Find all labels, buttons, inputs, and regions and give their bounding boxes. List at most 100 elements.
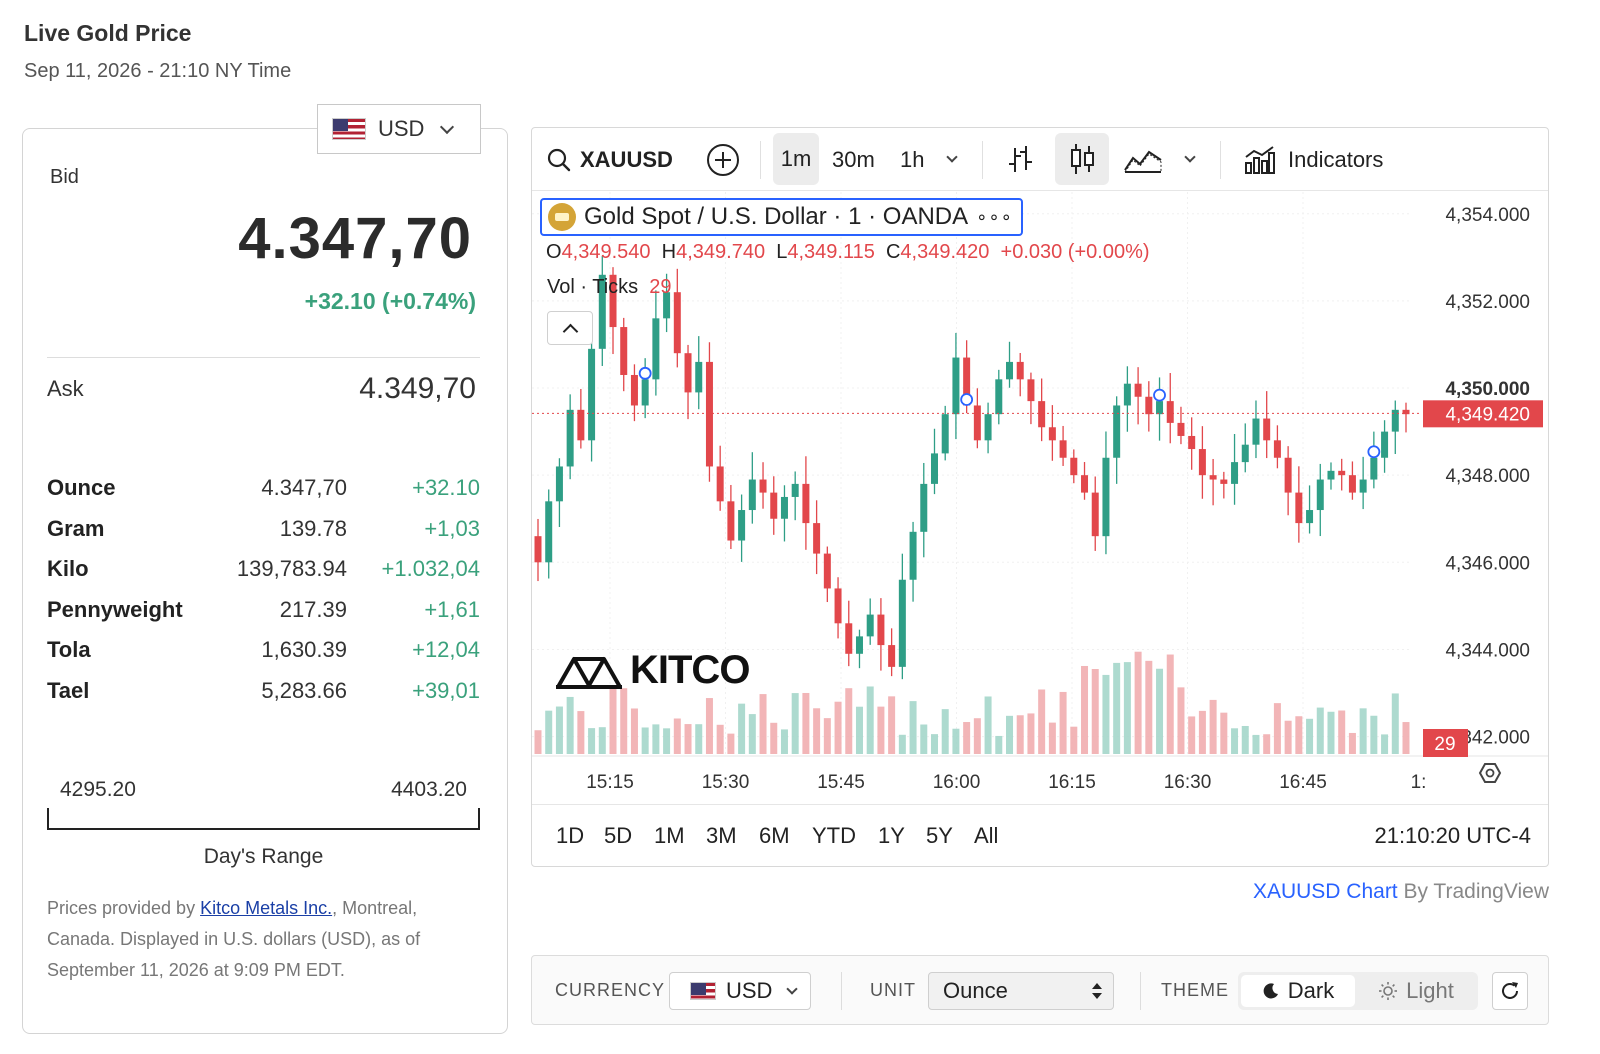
candle-body — [620, 327, 628, 375]
interval-30m[interactable]: 30m — [832, 128, 875, 191]
interval-1h[interactable]: 1h — [900, 128, 924, 191]
chevron-down-icon — [440, 119, 455, 134]
candle-body — [1359, 479, 1367, 493]
sun-icon — [1379, 982, 1398, 1000]
currency-dropdown[interactable]: USD — [317, 104, 481, 154]
x-axis-label: 15:45 — [817, 772, 865, 793]
candles-chart-type-button[interactable] — [1055, 133, 1109, 185]
volume-label: Vol · Ticks — [547, 276, 639, 298]
collapse-legend-button[interactable] — [547, 311, 593, 345]
up-down-arrows-icon — [1092, 983, 1102, 999]
candle-body — [566, 409, 574, 467]
candle-body — [1316, 479, 1324, 511]
unit-row-pennyweight: Pennyweight 217.39 +1,61 — [47, 597, 480, 638]
unit-control-label: UNIT — [870, 980, 916, 1000]
volume-bar — [1081, 665, 1089, 754]
symbol-search[interactable]: XAUUSD — [546, 128, 672, 191]
range-all-button[interactable]: All — [974, 823, 998, 849]
indicators-label: Indicators — [1288, 146, 1384, 172]
candle-body — [684, 353, 692, 393]
theme-light-label: Light — [1406, 978, 1454, 1003]
volume-bar — [555, 706, 563, 754]
volume-bar — [641, 727, 649, 754]
price-chart[interactable]: 4,354.000 4,352.000 4,350.000 4,348.000 4,34… — [532, 192, 1549, 804]
candle-body — [1295, 492, 1303, 524]
range-5y-button[interactable]: 5Y — [926, 823, 953, 849]
volume-bar — [1316, 707, 1324, 754]
candle-body — [1370, 457, 1378, 480]
interval-dropdown[interactable] — [946, 128, 958, 191]
range-1d-button[interactable]: 1D — [556, 823, 584, 849]
day-range-low: 4295.20 — [60, 778, 136, 801]
range-1m-button[interactable]: 1M — [654, 823, 685, 849]
theme-dark-button[interactable]: Dark — [1241, 975, 1355, 1007]
volume-bar — [1273, 703, 1281, 754]
range-1y-button[interactable]: 1Y — [878, 823, 905, 849]
unit-price: 1,630.39 — [261, 637, 347, 663]
moon-icon — [1263, 983, 1278, 999]
bar-chart-type-button[interactable] — [1006, 128, 1034, 191]
kitco-wordmark: KITCO — [630, 648, 750, 692]
unit-price: 4.347,70 — [261, 475, 347, 500]
volume-bar — [1284, 720, 1292, 754]
volume-bar — [888, 696, 896, 754]
interval-1m[interactable]: 1m — [773, 133, 819, 185]
volume-bar — [855, 706, 863, 754]
candle-body — [1027, 379, 1035, 402]
range-ytd-button[interactable]: YTD — [812, 823, 856, 849]
theme-light-button[interactable]: Light — [1358, 975, 1474, 1007]
area-chart-type-button[interactable] — [1123, 128, 1163, 191]
unit-control-select[interactable]: Ounce — [928, 972, 1114, 1010]
chart-type-dropdown[interactable] — [1184, 128, 1196, 191]
candle-body — [802, 483, 810, 524]
kitco-link[interactable]: Kitco Metals Inc. — [200, 898, 332, 918]
last-price-label: 4,349.420 — [1445, 404, 1530, 425]
indicators-button[interactable]: Indicators — [1244, 128, 1383, 191]
range-3m-button[interactable]: 3M — [706, 823, 737, 849]
unit-change: +12,04 — [412, 637, 480, 663]
divider — [47, 357, 480, 358]
volume-bar — [545, 710, 553, 754]
refresh-button[interactable] — [1492, 972, 1528, 1010]
candle-body — [1070, 457, 1078, 476]
event-marker — [960, 393, 974, 406]
kitco-watermark: KITCO — [554, 648, 750, 693]
change-value: +0.030 (+0.00%) — [1000, 241, 1150, 263]
range-5d-button[interactable]: 5D — [604, 823, 632, 849]
volume-bar — [1359, 708, 1367, 754]
series-legend[interactable]: Gold Spot / U.S. Dollar · 1 · OANDA ∘∘∘ — [540, 198, 1023, 236]
price-source-note: Prices provided by Kitco Metals Inc., Mo… — [47, 893, 477, 986]
xauusd-chart-link[interactable]: XAUUSD Chart — [1253, 880, 1398, 903]
candle-body — [791, 483, 799, 497]
volume-bar — [1370, 715, 1378, 754]
ohlc-bars-icon — [1009, 145, 1032, 172]
candle-body — [727, 501, 735, 541]
volume-bar — [1177, 687, 1185, 754]
low-value: 4,349.115 — [787, 241, 875, 263]
volume-bar — [802, 692, 810, 754]
range-6m-button[interactable]: 6M — [759, 823, 790, 849]
currency-control-select[interactable]: USD — [669, 972, 811, 1010]
more-options-icon[interactable]: ∘∘∘ — [976, 207, 1013, 228]
bid-change: +32.10 (+0.74%) — [304, 288, 476, 314]
volume-bar — [716, 724, 724, 754]
volume-bar — [1145, 660, 1153, 754]
plus-circle-icon — [707, 143, 739, 176]
volume-bar — [663, 728, 671, 754]
volume-bar — [534, 730, 542, 754]
candle-body — [534, 536, 542, 563]
x-axis-label: 16:45 — [1279, 772, 1327, 793]
ask-price: 4.349,70 — [359, 372, 476, 405]
candle-body — [1348, 475, 1356, 493]
footnote-text: Prices provided by — [47, 898, 201, 918]
x-axis-label: 1: — [1411, 772, 1427, 793]
candle-body — [1091, 492, 1099, 537]
chart-clock[interactable]: 21:10:20 UTC-4 — [1374, 823, 1531, 849]
unit-price: 5,283.66 — [261, 677, 347, 703]
volume-bar — [995, 735, 1003, 754]
page-datetime: Sep 11, 2026 - 21:10 NY Time — [24, 60, 292, 82]
compare-button[interactable] — [706, 128, 740, 191]
volume-bar — [1123, 662, 1131, 754]
chevron-down-icon — [946, 151, 958, 163]
volume-bar — [1166, 654, 1174, 754]
